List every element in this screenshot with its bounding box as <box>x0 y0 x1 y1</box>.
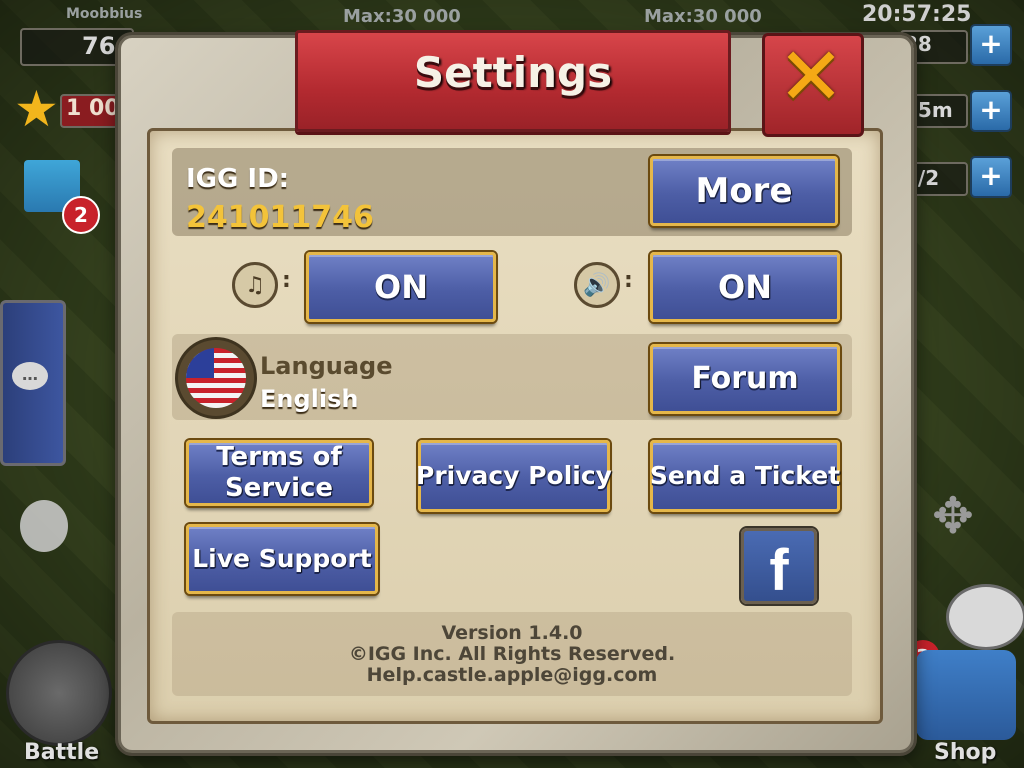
sound-colon: : <box>624 268 633 293</box>
language-label: Language <box>260 352 393 380</box>
flag-canton <box>186 348 214 378</box>
us-flag-icon[interactable] <box>178 340 254 416</box>
igg-id-value: 241011746 <box>186 200 374 235</box>
live-support-button[interactable]: Live Support <box>186 524 378 594</box>
support-email[interactable]: Help.castle.apple@igg.com <box>172 664 852 686</box>
igg-id-label: IGG ID: <box>186 164 290 194</box>
dialog-title: Settings <box>413 48 613 97</box>
close-icon[interactable]: ✕ <box>770 36 852 118</box>
battle-icon[interactable] <box>6 640 112 746</box>
privacy-policy-button[interactable]: Privacy Policy <box>416 440 612 512</box>
gift-badge: 2 <box>62 196 100 234</box>
more-button[interactable]: More <box>650 156 838 226</box>
language-value[interactable]: English <box>260 385 358 413</box>
star-icon: ★ <box>14 80 59 138</box>
facebook-icon[interactable]: f <box>741 528 817 604</box>
speaker-icon: 🔊 <box>574 262 620 308</box>
music-note-icon: ♫ <box>232 262 278 308</box>
plus-button-3[interactable]: + <box>970 156 1012 198</box>
hud-gold-value: 1 00 <box>66 96 120 121</box>
shop-icon[interactable] <box>916 650 1016 740</box>
battle-label: Battle <box>24 740 100 765</box>
music-toggle-button[interactable]: ON <box>306 252 496 322</box>
sound-toggle-button[interactable]: ON <box>650 252 840 322</box>
plus-button-1[interactable]: + <box>970 24 1012 66</box>
hud-clock: 20:57:25 <box>862 2 972 27</box>
mail-icon[interactable] <box>946 584 1024 650</box>
plus-button-2[interactable]: + <box>970 90 1012 132</box>
flag-stripes <box>186 348 246 408</box>
hud-max-right: Max:30 000 <box>644 6 762 27</box>
terms-of-service-button[interactable]: Terms of Service <box>186 440 372 506</box>
version-text: Version 1.4.0 <box>441 622 583 644</box>
music-colon: : <box>282 268 291 293</box>
shop-label: Shop <box>934 740 997 765</box>
hud-might-value: 76 <box>82 32 116 60</box>
chat-icon: … <box>12 362 48 390</box>
forum-button[interactable]: Forum <box>650 344 840 414</box>
friends-icon[interactable] <box>20 500 68 552</box>
move-arrows-icon[interactable]: ✥ <box>932 486 974 546</box>
hud-player-name: Moobbius <box>66 6 143 22</box>
hud-might-bar <box>20 28 134 66</box>
hud-max-left: Max:30 000 <box>343 6 461 27</box>
copyright-text: ©IGG Inc. All Rights Reserved. <box>348 643 676 665</box>
send-ticket-button[interactable]: Send a Ticket <box>650 440 840 512</box>
